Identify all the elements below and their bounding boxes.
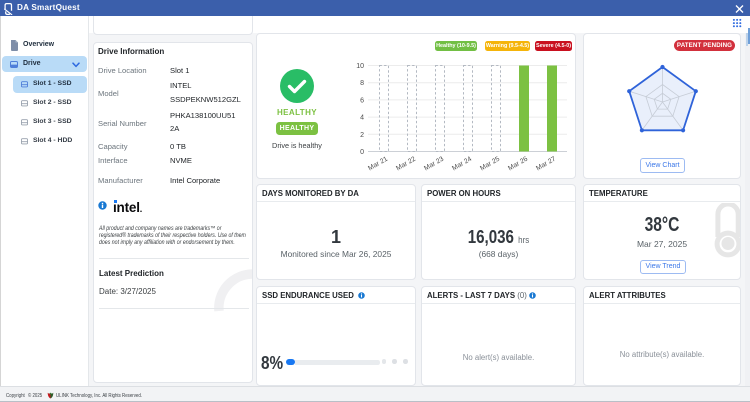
svg-text:10: 10: [356, 63, 364, 70]
svg-text:Mar 26: Mar 26: [507, 156, 529, 173]
svg-text:Mar 24: Mar 24: [451, 156, 473, 173]
svg-text:8: 8: [360, 80, 364, 87]
svg-text:0: 0: [360, 149, 364, 156]
svg-text:Mar 21: Mar 21: [367, 156, 389, 173]
svg-text:4: 4: [360, 115, 364, 122]
svg-text:Mar 27: Mar 27: [535, 156, 557, 173]
svg-text:Mar 22: Mar 22: [395, 156, 417, 173]
svg-text:Mar 23: Mar 23: [423, 156, 445, 173]
svg-text:2: 2: [360, 132, 364, 139]
svg-text:Mar 25: Mar 25: [479, 156, 501, 173]
svg-text:6: 6: [360, 97, 364, 104]
